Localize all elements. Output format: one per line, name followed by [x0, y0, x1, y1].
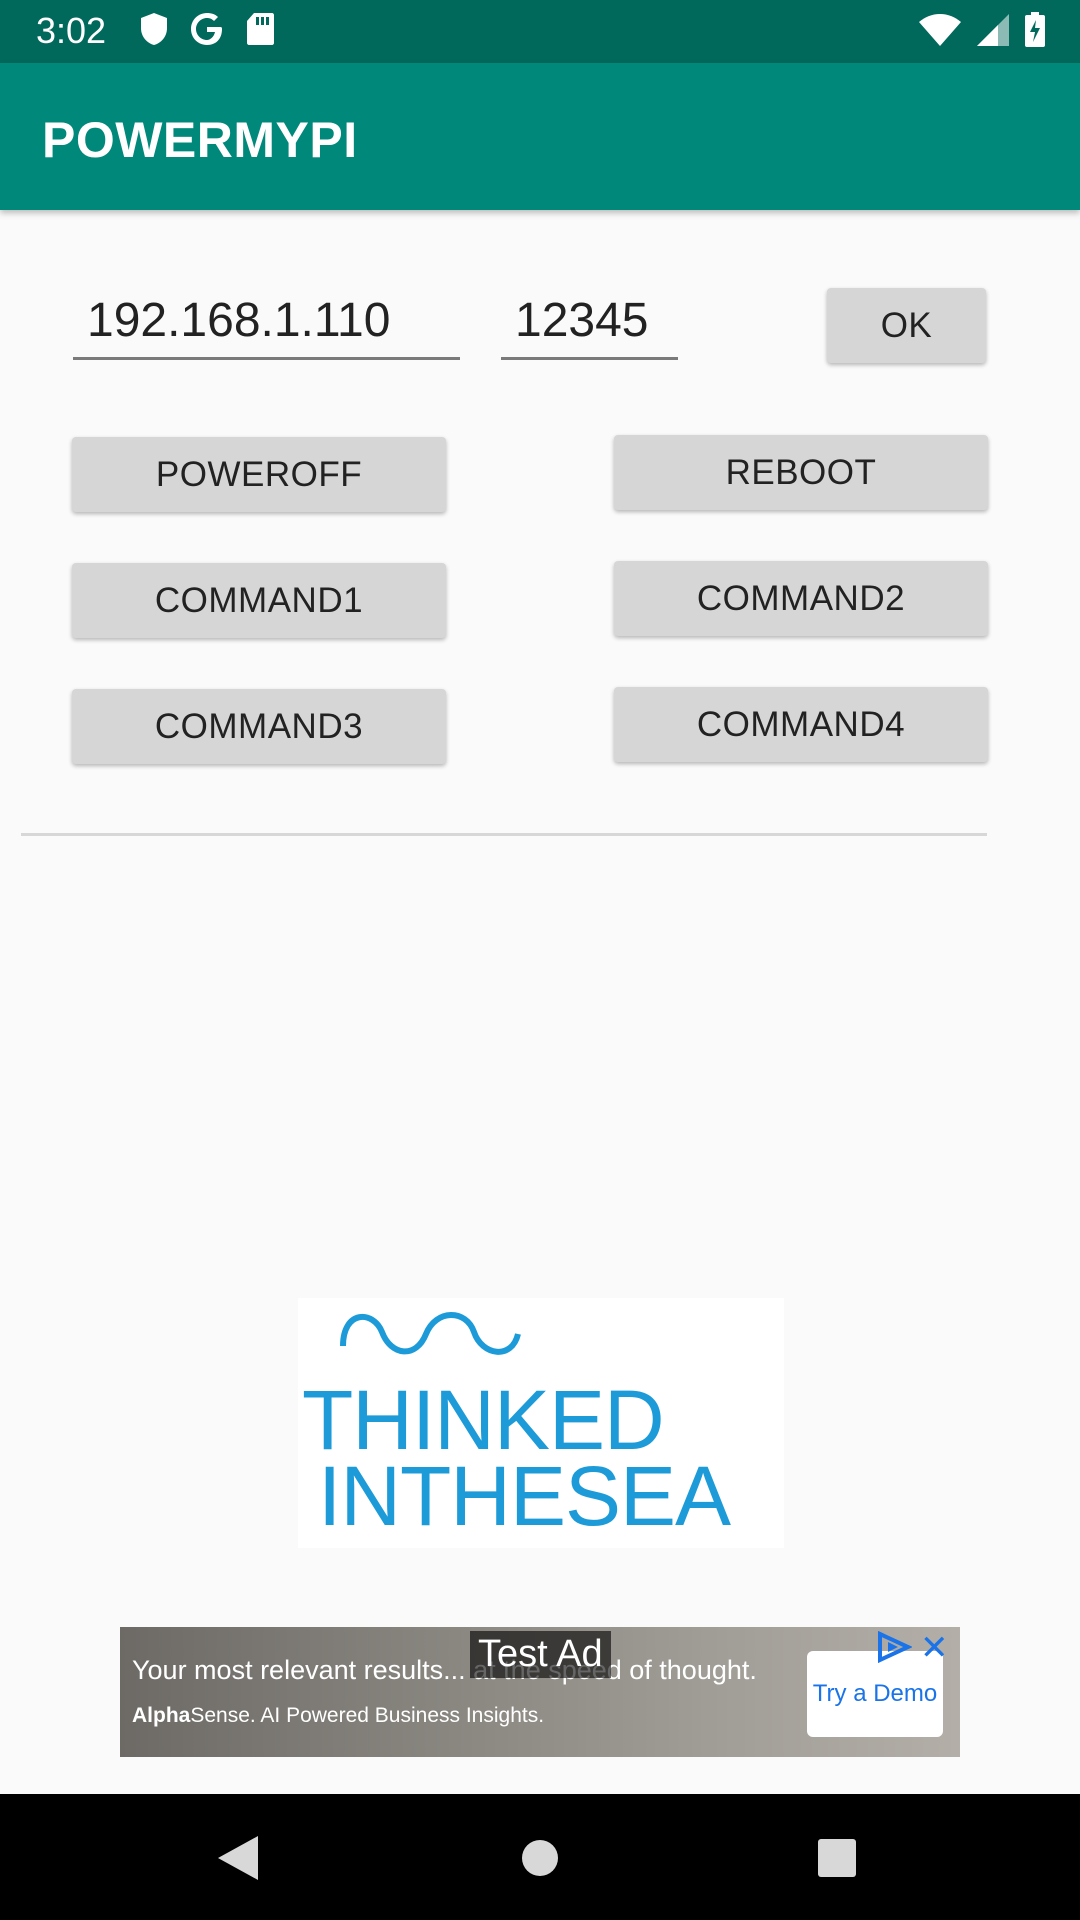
google-icon: [191, 13, 222, 45]
ip-address-field[interactable]: 192.168.1.110: [73, 285, 460, 360]
divider: [21, 833, 987, 836]
thinkedinthesea-logo: THINKED INTHESEA: [298, 1298, 784, 1548]
ad-banner[interactable]: Your most relevant results... at the spe…: [120, 1627, 960, 1757]
recents-icon[interactable]: [817, 1838, 857, 1878]
command2-button[interactable]: COMMAND2: [614, 561, 988, 636]
ad-subline: AlphaSense. AI Powered Business Insights…: [132, 1704, 544, 1728]
logo-line-2: INTHESEA: [318, 1449, 731, 1543]
sd-card-icon: [247, 13, 274, 45]
home-icon[interactable]: [520, 1838, 560, 1878]
wifi-icon: [919, 14, 961, 46]
status-time: 3:02: [36, 10, 107, 51]
navigation-bar: [0, 1794, 1080, 1920]
battery-icon: [1025, 12, 1045, 47]
port-field[interactable]: 12345: [501, 285, 678, 360]
command3-button[interactable]: COMMAND3: [72, 689, 446, 764]
reboot-button[interactable]: REBOOT: [614, 435, 988, 510]
signal-icon: [977, 14, 1009, 46]
app-title: POWERMYPI: [42, 112, 358, 168]
ad-brand-bold: Alpha: [132, 1704, 191, 1727]
command1-button[interactable]: COMMAND1: [72, 563, 446, 638]
test-ad-label: Test Ad: [470, 1631, 611, 1678]
adchoices-icon[interactable]: [876, 1631, 912, 1663]
back-icon[interactable]: [216, 1834, 260, 1882]
ad-headline: Your most relevant results... at the spe…: [132, 1655, 757, 1685]
ok-button[interactable]: OK: [827, 288, 986, 363]
command4-button[interactable]: COMMAND4: [614, 687, 988, 762]
ad-close-icon[interactable]: ✕: [920, 1631, 949, 1665]
wave-icon: [340, 1312, 521, 1355]
ad-brand-rest: Sense. AI Powered Business Insights.: [190, 1704, 545, 1727]
poweroff-button[interactable]: POWEROFF: [72, 437, 446, 512]
app-bar: POWERMYPI: [0, 63, 1080, 210]
status-bar: 3:02: [0, 0, 1080, 63]
shield-icon: [141, 13, 167, 45]
